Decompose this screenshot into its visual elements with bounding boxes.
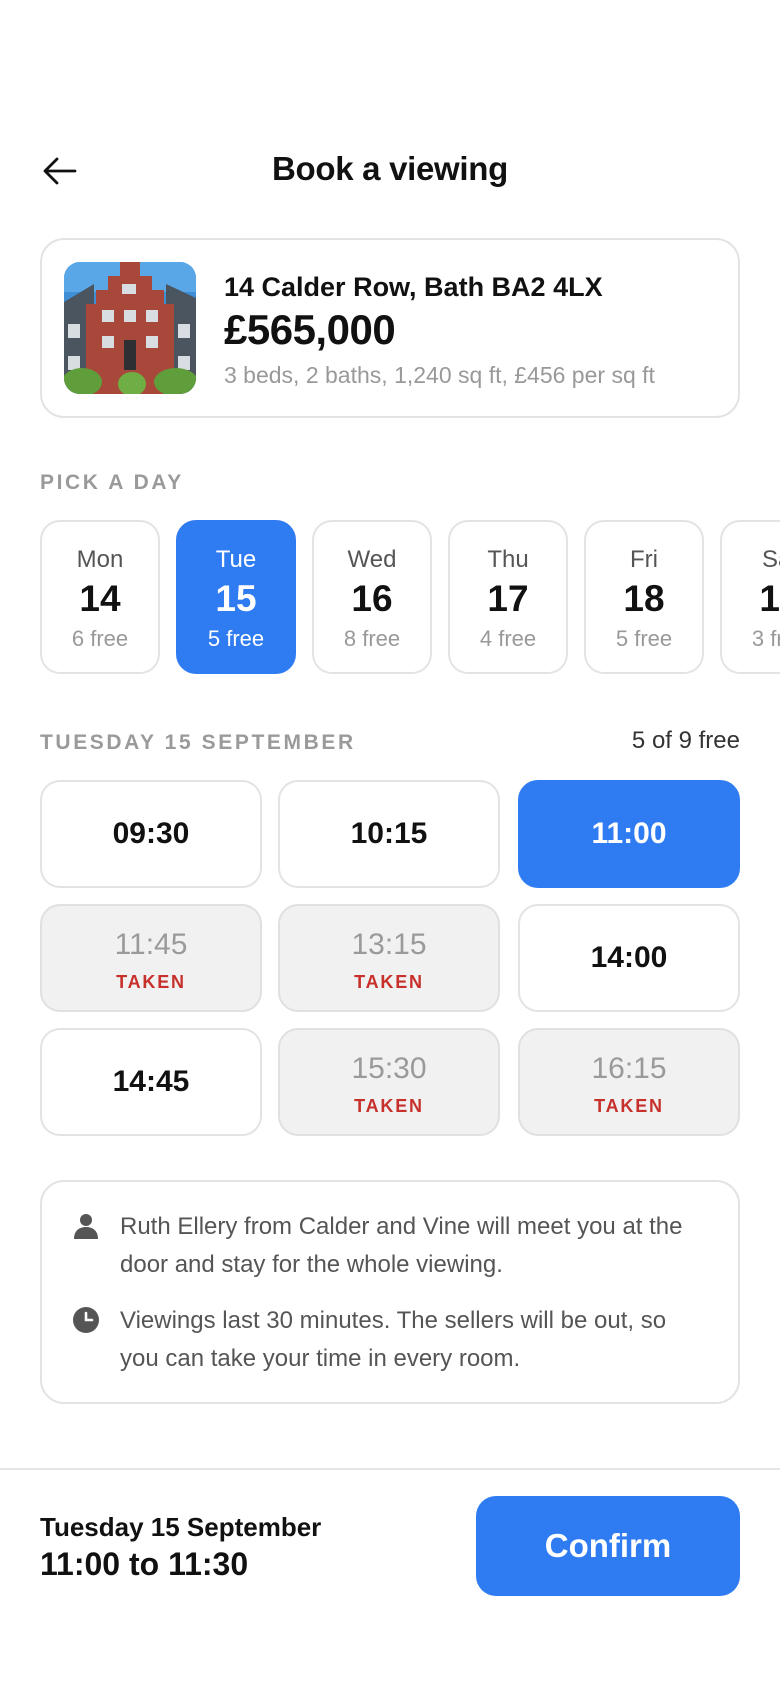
person-icon xyxy=(74,1214,98,1239)
day-name: Fri xyxy=(630,546,658,573)
day-name: Wed xyxy=(347,546,397,573)
day-card-selected[interactable]: Tue 15 5 free xyxy=(176,520,296,674)
slot-time: 14:45 xyxy=(112,1065,190,1098)
slot-time: 09:30 xyxy=(112,817,190,850)
agent-info-text: Ruth Ellery from Calder and Vine will me… xyxy=(120,1213,683,1278)
day-card[interactable]: Thu 17 4 free xyxy=(448,520,568,674)
listing-address: 14 Calder Row, Bath BA2 4LX xyxy=(224,272,603,302)
time-slot[interactable]: 14:00 xyxy=(518,904,740,1012)
day-card[interactable]: Mon 14 6 free xyxy=(40,520,160,674)
time-slot[interactable]: 10:15 xyxy=(278,780,500,888)
day-card[interactable]: Sat 19 3 free xyxy=(720,520,780,674)
time-slot-selected[interactable]: 11:00 xyxy=(518,780,740,888)
taken-badge: TAKEN xyxy=(594,1096,664,1116)
taken-badge: TAKEN xyxy=(354,1096,424,1116)
time-slot[interactable]: 14:45 xyxy=(40,1028,262,1136)
slot-time: 15:30 xyxy=(351,1052,427,1085)
viewing-info-card: Ruth Ellery from Calder and Vine will me… xyxy=(40,1180,740,1404)
day-card[interactable]: Fri 18 5 free xyxy=(584,520,704,674)
day-number: 15 xyxy=(215,578,257,619)
day-free-count: 5 free xyxy=(207,626,265,651)
slot-time: 11:45 xyxy=(114,928,188,961)
day-number: 17 xyxy=(487,578,529,619)
listing-price: £565,000 xyxy=(224,306,396,353)
slot-time: 10:15 xyxy=(350,817,428,850)
slot-time: 11:00 xyxy=(591,817,667,850)
summary-time: 11:00 to 11:30 xyxy=(40,1546,249,1582)
pick-a-day-label: PICK A DAY xyxy=(40,471,184,494)
day-strip[interactable]: Mon 14 6 free Tue 15 5 free Wed 16 8 fre… xyxy=(0,520,780,674)
slot-time: 14:00 xyxy=(590,941,668,974)
day-card[interactable]: Wed 16 8 free xyxy=(312,520,432,674)
page-title: Book a viewing xyxy=(271,150,509,187)
day-free-count: 4 free xyxy=(479,626,537,651)
duration-info-text: Viewings last 30 minutes. The sellers wi… xyxy=(120,1307,667,1372)
time-slot-taken: 16:15 TAKEN xyxy=(518,1028,740,1136)
taken-badge: TAKEN xyxy=(116,972,186,992)
confirm-button[interactable]: Confirm xyxy=(476,1496,740,1596)
day-name: Thu xyxy=(487,546,529,573)
listing-details: 3 beds, 2 baths, 1,240 sq ft, £456 per s… xyxy=(224,362,655,388)
house-photo xyxy=(64,262,196,394)
day-name: Mon xyxy=(76,546,124,573)
slot-time: 16:15 xyxy=(591,1052,667,1085)
day-name: Sat xyxy=(761,546,780,573)
slot-time: 13:15 xyxy=(351,928,427,961)
day-free-count: 6 free xyxy=(71,626,129,651)
day-free-count: 5 free xyxy=(615,626,673,651)
summary-date: Tuesday 15 September xyxy=(40,1512,322,1542)
selected-date-label: TUESDAY 15 SEPTEMBER xyxy=(40,731,356,754)
time-slot-taken: 11:45 TAKEN xyxy=(40,904,262,1012)
day-number: 14 xyxy=(79,578,121,619)
listing-card: 14 Calder Row, Bath BA2 4LX £565,000 3 b… xyxy=(40,238,740,418)
day-free-count: 8 free xyxy=(343,626,401,651)
time-slot[interactable]: 09:30 xyxy=(40,780,262,888)
day-number: 18 xyxy=(623,578,665,619)
time-slot-taken: 13:15 TAKEN xyxy=(278,904,500,1012)
day-name: Tue xyxy=(215,546,257,573)
slots-free-summary: 5 of 9 free xyxy=(631,727,740,754)
time-slot-taken: 15:30 TAKEN xyxy=(278,1028,500,1136)
header: Book a viewing xyxy=(0,140,780,202)
day-number: 19 xyxy=(759,578,780,619)
bottom-bar-divider xyxy=(0,1468,780,1470)
day-number: 16 xyxy=(351,578,393,619)
clock-icon xyxy=(73,1307,99,1333)
taken-badge: TAKEN xyxy=(354,972,424,992)
day-free-count: 3 free xyxy=(751,626,780,651)
